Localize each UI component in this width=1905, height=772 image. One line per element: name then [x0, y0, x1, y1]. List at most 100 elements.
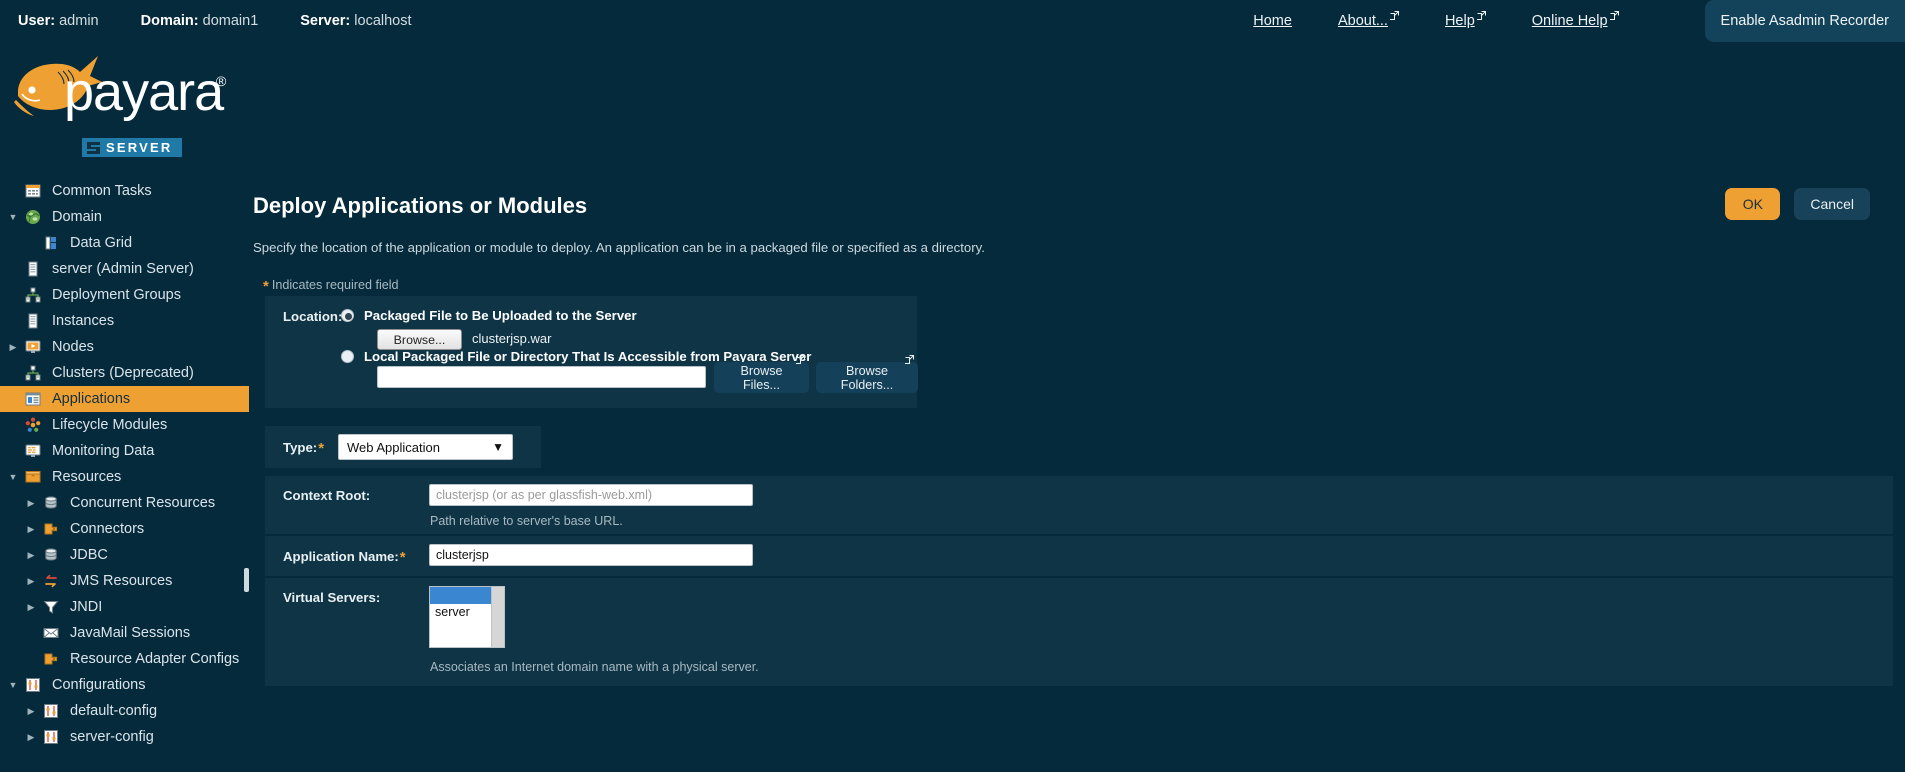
browse-files-button[interactable]: Browse Files... [714, 362, 809, 393]
applications-icon [22, 391, 44, 407]
list-item[interactable]: server [430, 604, 491, 621]
application-name-row: Application Name:* [265, 536, 1893, 576]
payara-server-badge: SERVER [82, 138, 182, 157]
radio-upload-icon[interactable] [341, 309, 354, 322]
domain-globe-icon [22, 209, 44, 225]
sidebar-item-jdbc[interactable]: ▶JDBC [0, 542, 249, 568]
location-label: Location: [283, 309, 342, 324]
required-asterisk-icon: * [318, 440, 324, 457]
virtual-servers-listbox[interactable]: server [429, 586, 492, 648]
connector-icon [40, 521, 62, 537]
sidebar-item-label: Lifecycle Modules [44, 417, 167, 433]
nav-link-online-help[interactable]: Online Help [1532, 13, 1619, 29]
sidebar-item-server-admin-server[interactable]: server (Admin Server) [0, 256, 249, 282]
payara-server-text: SERVER [106, 140, 172, 155]
external-link-icon [905, 353, 914, 367]
sidebar-item-domain[interactable]: ▼Domain [0, 204, 249, 230]
sidebar-item-instances[interactable]: Instances [0, 308, 249, 334]
top-bar: User: admin Domain: domain1 Server: loca… [0, 0, 1905, 42]
sidebar-item-label: Resources [44, 469, 121, 485]
sidebar-item-monitoring-data[interactable]: Monitoring Data [0, 438, 249, 464]
top-nav: Home About... Help Online Help Enable As… [1253, 0, 1905, 42]
sidebar-item-data-grid[interactable]: Data Grid [0, 230, 249, 256]
user-value: admin [59, 13, 99, 29]
sidebar-item-common-tasks[interactable]: Common Tasks [0, 178, 249, 204]
chevron-down-icon[interactable]: ▼ [4, 680, 22, 690]
required-asterisk-icon: * [400, 549, 406, 566]
clusters-icon [22, 365, 44, 381]
sidebar-item-server-config[interactable]: ▶server-config [0, 724, 249, 750]
type-select-value: Web Application [347, 440, 440, 455]
enable-asadmin-recorder-button[interactable]: Enable Asadmin Recorder [1705, 0, 1905, 42]
sidebar-item-resource-adapter-configs[interactable]: Resource Adapter Configs [0, 646, 249, 672]
nav-link-home[interactable]: Home [1253, 13, 1292, 29]
nav-link-about[interactable]: About... [1338, 13, 1399, 29]
chevron-right-icon[interactable]: ▶ [4, 342, 22, 353]
sidebar-item-deployment-groups[interactable]: Deployment Groups [0, 282, 249, 308]
required-field-note: *Indicates required field [263, 276, 399, 293]
sidebar-item-label: Clusters (Deprecated) [44, 365, 194, 381]
context-root-label: Context Root: [283, 488, 370, 503]
location-panel: Location: Packaged File to Be Uploaded t… [265, 296, 917, 408]
context-root-input[interactable] [429, 484, 753, 506]
sidebar-item-configurations[interactable]: ▼Configurations [0, 672, 249, 698]
chevron-down-icon[interactable]: ▼ [4, 212, 22, 222]
database-icon [40, 495, 62, 511]
sidebar-item-lifecycle-modules[interactable]: Lifecycle Modules [0, 412, 249, 438]
browse-button[interactable]: Browse... [377, 329, 462, 350]
chevron-right-icon[interactable]: ▶ [22, 576, 40, 587]
page-title: Deploy Applications or Modules [253, 193, 587, 219]
jms-arrows-icon [40, 573, 62, 589]
sidebar-item-jms-resources[interactable]: ▶JMS Resources [0, 568, 249, 594]
form-actions: OK Cancel [1725, 188, 1870, 220]
chevron-right-icon[interactable]: ▶ [22, 550, 40, 561]
radio-local-icon[interactable] [341, 350, 354, 363]
virtual-servers-help: Associates an Internet domain name with … [430, 660, 759, 674]
sidebar-item-connectors[interactable]: ▶ Connectors [0, 516, 249, 542]
monitoring-icon [22, 443, 44, 459]
sidebar-item-label: Common Tasks [44, 183, 152, 199]
sidebar-item-concurrent-resources[interactable]: ▶Concurrent Resources [0, 490, 249, 516]
list-item[interactable] [430, 587, 491, 604]
sidebar-item-label: Resource Adapter Configs [62, 651, 239, 667]
sidebar-tree[interactable]: Common Tasks ▼DomainData Gridserver (Admi… [0, 178, 249, 772]
nav-link-help[interactable]: Help [1445, 13, 1486, 29]
sidebar-item-applications[interactable]: Applications [0, 386, 249, 412]
ok-button[interactable]: OK [1725, 188, 1780, 220]
sidebar-item-label: Connectors [62, 521, 144, 537]
sidebar-item-jndi[interactable]: ▶ JNDI [0, 594, 249, 620]
sidebar-item-label: Deployment Groups [44, 287, 181, 303]
instances-icon [22, 313, 44, 329]
virtual-servers-label: Virtual Servers: [283, 590, 380, 605]
session-info: User: admin Domain: domain1 Server: loca… [18, 13, 412, 29]
chevron-right-icon[interactable]: ▶ [22, 706, 40, 717]
application-name-input[interactable] [429, 544, 753, 566]
sidebar-item-label: JNDI [62, 599, 102, 615]
chevron-right-icon[interactable]: ▶ [22, 602, 40, 613]
context-root-row: Context Root: Path relative to server's … [265, 476, 1893, 534]
sidebar-item-nodes[interactable]: ▶Nodes [0, 334, 249, 360]
chevron-right-icon[interactable]: ▶ [22, 524, 40, 535]
chevron-down-icon[interactable]: ▼ [4, 472, 22, 482]
external-link-icon [1390, 11, 1399, 20]
sidebar-item-default-config[interactable]: ▶default-config [0, 698, 249, 724]
type-select[interactable]: Web Application ▼ [338, 434, 513, 460]
browse-files-label: Browse Files... [741, 364, 783, 392]
svg-text:®: ® [216, 73, 227, 89]
configurations-icon [40, 729, 62, 745]
local-path-input[interactable] [377, 366, 706, 388]
cancel-button[interactable]: Cancel [1794, 188, 1870, 220]
sidebar-item-javamail-sessions[interactable]: JavaMail Sessions [0, 620, 249, 646]
location-option-upload-label: Packaged File to Be Uploaded to the Serv… [364, 308, 637, 323]
browse-folders-button[interactable]: Browse Folders... [816, 362, 918, 393]
location-option-upload[interactable]: Packaged File to Be Uploaded to the Serv… [341, 308, 637, 323]
funnel-icon [40, 599, 62, 615]
sidebar-item-label: Monitoring Data [44, 443, 154, 459]
chevron-right-icon[interactable]: ▶ [22, 732, 40, 743]
sidebar-item-clusters-deprecated[interactable]: Clusters (Deprecated) [0, 360, 249, 386]
lifecycle-icon [22, 417, 44, 433]
main-content: Deploy Applications or Modules Specify t… [249, 178, 1905, 772]
chevron-right-icon[interactable]: ▶ [22, 498, 40, 509]
virtual-servers-scrollbar[interactable] [492, 586, 505, 648]
sidebar-item-resources[interactable]: ▼ Resources [0, 464, 249, 490]
